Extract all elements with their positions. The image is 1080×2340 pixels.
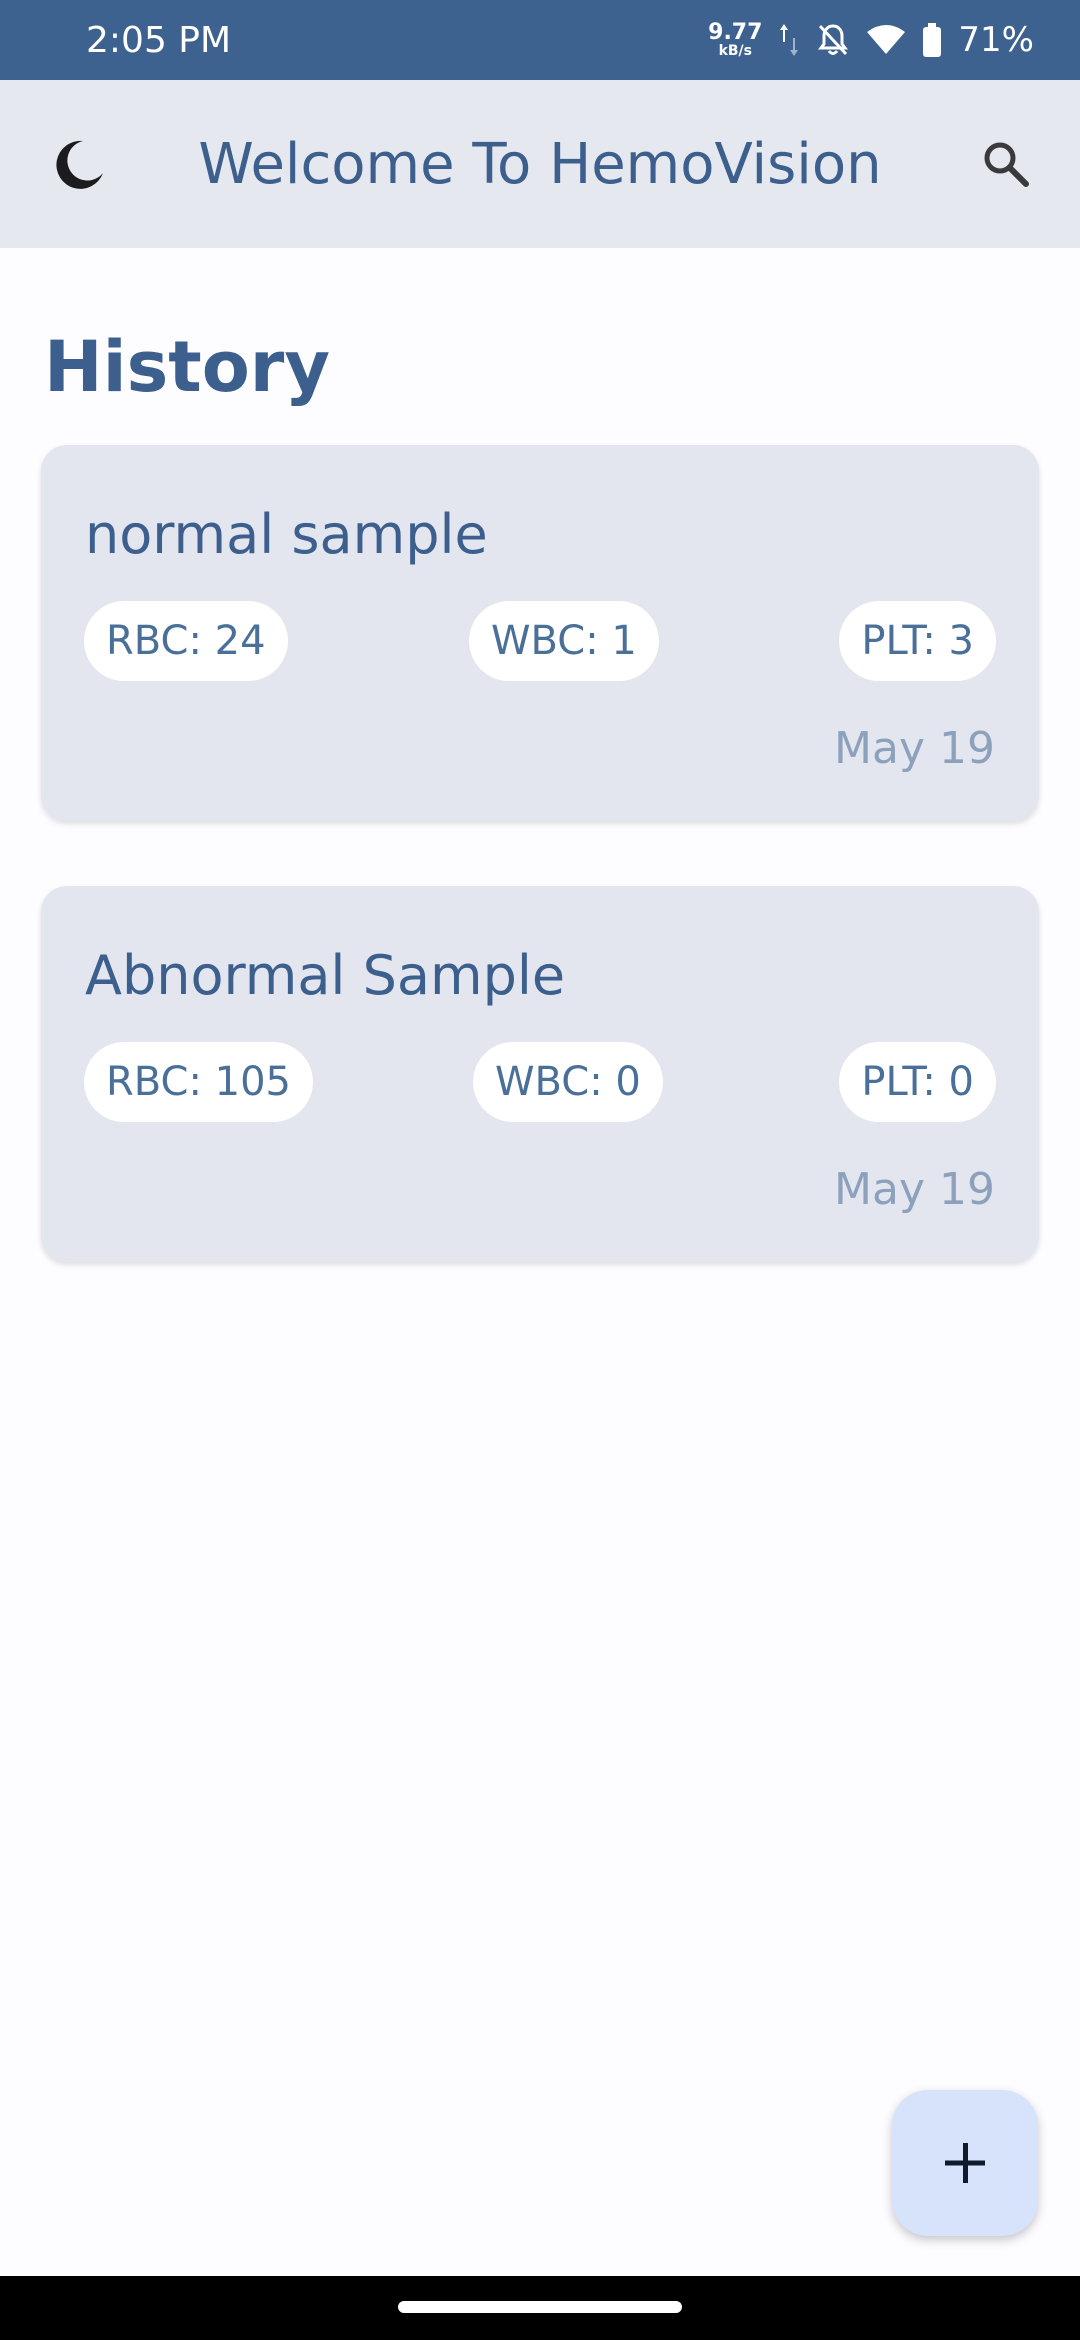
history-title: History: [44, 326, 330, 408]
history-card-abnormal-sample[interactable]: Abnormal Sample RBC: 105 WBC: 0 PLT: 0 M…: [41, 886, 1039, 1262]
sample-name: Abnormal Sample: [85, 944, 566, 1007]
history-card-normal-sample[interactable]: normal sample RBC: 24 WBC: 1 PLT: 3 May …: [41, 445, 1039, 821]
wbc-count-badge: WBC: 0: [473, 1042, 663, 1122]
search-icon: [984, 142, 1029, 187]
home-gesture-handle[interactable]: [398, 2301, 682, 2313]
network-speed-value: 9.77: [708, 20, 763, 45]
rbc-count-badge: RBC: 24: [84, 601, 288, 681]
status-bar: 2:05 PM 9.77 kB/s 71%: [0, 0, 1080, 80]
plus-icon: [945, 2143, 985, 2183]
sample-date: May 19: [834, 1164, 995, 1215]
status-indicators: 9.77 kB/s 71%: [708, 20, 1034, 60]
rbc-count-badge: RBC: 105: [84, 1042, 313, 1122]
data-transfer-icon: [778, 22, 800, 58]
search-button[interactable]: [974, 132, 1038, 196]
battery-percentage: 71%: [958, 20, 1034, 60]
sample-date: May 19: [834, 723, 995, 774]
wbc-count-badge: WBC: 1: [469, 601, 659, 681]
plt-count-badge: PLT: 0: [839, 1042, 996, 1122]
wifi-icon: [866, 24, 906, 56]
battery-icon: [922, 23, 942, 57]
app-bar: Welcome To HemoVision: [0, 80, 1080, 248]
network-speed: 9.77 kB/s: [708, 20, 763, 59]
network-speed-unit: kB/s: [718, 43, 752, 59]
moon-icon: [56, 140, 103, 189]
app-title: Welcome To HemoVision: [198, 131, 882, 197]
notifications-off-icon: [816, 22, 850, 58]
plt-count-badge: PLT: 3: [839, 601, 996, 681]
theme-toggle-button[interactable]: [48, 132, 112, 196]
status-time: 2:05 PM: [86, 19, 232, 61]
sample-name: normal sample: [85, 503, 488, 566]
add-sample-button[interactable]: [892, 2090, 1038, 2236]
